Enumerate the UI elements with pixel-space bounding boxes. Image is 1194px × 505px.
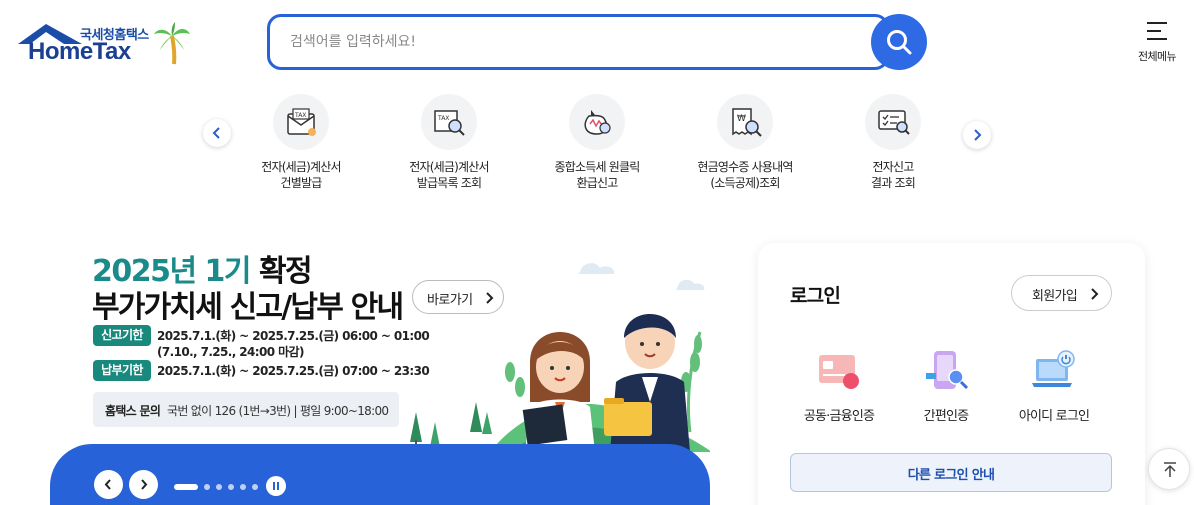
tax-invoice-search-icon: TAX xyxy=(421,94,477,150)
quick-service-item[interactable]: 전자신고 결과 조회 xyxy=(828,92,958,192)
chevron-right-icon xyxy=(141,479,148,490)
login-title: 로그인 xyxy=(790,285,841,307)
palm-tree-icon xyxy=(154,22,190,65)
payment-deadline-badge: 납부기한 xyxy=(93,360,151,381)
quick-service-label: 전자(세금)계산서 xyxy=(261,160,341,174)
quick-next-button[interactable] xyxy=(963,121,991,149)
filing-note: (7.10., 7.25., 24:00 마감) xyxy=(157,345,304,359)
svg-text:TAX: TAX xyxy=(294,112,306,119)
slide-indicator-active[interactable] xyxy=(174,484,198,490)
signup-label: 회원가입 xyxy=(1032,289,1078,304)
other-login-guide-button[interactable]: 다른 로그인 안내 xyxy=(790,453,1112,492)
slide-indicator[interactable] xyxy=(228,484,234,490)
banner-pause-button[interactable] xyxy=(266,476,286,496)
refund-money-bag-icon xyxy=(569,94,625,150)
pause-icon xyxy=(277,482,279,490)
quick-service-label: 종합소득세 원클릭 xyxy=(554,160,641,174)
id-login-laptop-icon xyxy=(1032,350,1075,387)
logo-brand-text: HomeTax xyxy=(28,38,131,65)
slide-indicator[interactable] xyxy=(216,484,222,490)
quick-service-item[interactable]: ₩ 현금영수증 사용내역 (소득공제)조회 xyxy=(680,92,810,192)
slide-indicator[interactable] xyxy=(252,484,258,490)
banner-title-line2: 부가가치세 신고/납부 안내 xyxy=(92,290,404,325)
quick-service-label: 전자신고 xyxy=(872,160,915,174)
quick-service-item[interactable]: TAX 전자(세금)계산서 발급목록 조회 xyxy=(384,92,514,192)
inquiry-label: 홈택스 문의 xyxy=(105,404,161,418)
quick-service-item[interactable]: TAX 전자(세금)계산서 건별발급 xyxy=(236,92,366,192)
search-button[interactable] xyxy=(871,14,927,70)
banner-controls xyxy=(50,444,710,505)
main-banner: 2025년 1기 확정 부가가치세 신고/납부 안내 바로가기 신고기한 202… xyxy=(50,238,710,505)
filing-deadline-badge: 신고기한 xyxy=(93,325,151,346)
banner-prev-button[interactable] xyxy=(94,470,123,499)
certificate-login-option[interactable]: 공동·금융인증 xyxy=(784,343,894,424)
certificate-card-icon xyxy=(819,355,859,389)
quick-service-label: (소득공제)조회 xyxy=(710,176,780,190)
simple-auth-option[interactable]: 간편인증 xyxy=(891,343,1001,424)
e-filing-result-icon xyxy=(865,94,921,150)
quick-service-label: 환급신고 xyxy=(576,176,619,190)
tax-invoice-envelope-icon: TAX xyxy=(273,94,329,150)
id-login-option[interactable]: 아이디 로그인 xyxy=(999,343,1109,424)
search-icon xyxy=(887,30,912,55)
chevron-left-icon xyxy=(212,127,220,139)
quick-service-label: 전자(세금)계산서 xyxy=(409,160,489,174)
svg-text:₩: ₩ xyxy=(737,114,746,124)
full-menu-label: 전체메뉴 xyxy=(1137,50,1177,63)
svg-text:TAX: TAX xyxy=(437,115,449,122)
id-login-label: 아이디 로그인 xyxy=(1018,409,1090,424)
quick-service-label: 발급목록 조회 xyxy=(416,176,482,190)
chevron-left-icon xyxy=(104,479,111,490)
search-box xyxy=(267,14,889,70)
simple-auth-phone-icon xyxy=(926,351,969,390)
slide-indicator[interactable] xyxy=(240,484,246,490)
banner-next-button[interactable] xyxy=(129,470,158,499)
search-input[interactable] xyxy=(290,29,850,55)
hometax-logo[interactable]: 국세청홈택스 HomeTax xyxy=(16,20,192,66)
quick-service-item[interactable]: 종합소득세 원클릭 환급신고 xyxy=(532,92,662,192)
inquiry-box: 홈택스 문의 국번 없이 126 (1번→3번) | 평일 9:00~18:00 xyxy=(93,392,399,427)
filing-period: 2025.7.1.(화) ~ 2025.7.25.(금) 06:00 ~ 01:… xyxy=(157,329,430,343)
inquiry-value: 국번 없이 126 (1번→3번) | 평일 9:00~18:00 xyxy=(167,404,389,418)
login-panel: 로그인 회원가입 공동·금융인증 간편인증 아이디 로그인 다른 로그인 안내 xyxy=(758,243,1145,505)
signup-button[interactable]: 회원가입 xyxy=(1011,275,1112,311)
quick-prev-button[interactable] xyxy=(203,119,231,147)
hamburger-icon xyxy=(1147,22,1167,46)
other-login-label: 다른 로그인 안내 xyxy=(907,468,995,483)
quick-service-label: 결과 조회 xyxy=(871,176,916,190)
chevron-right-icon xyxy=(1091,288,1099,300)
arrow-up-icon xyxy=(1164,462,1176,477)
banner-illustration xyxy=(410,263,710,452)
quick-service-label: 현금영수증 사용내역 xyxy=(697,160,793,174)
chevron-right-icon xyxy=(974,129,982,141)
slide-indicator[interactable] xyxy=(204,484,210,490)
scroll-top-button[interactable] xyxy=(1148,448,1190,490)
cash-receipt-search-icon: ₩ xyxy=(717,94,773,150)
payment-period: 2025.7.1.(화) ~ 2025.7.25.(금) 07:00 ~ 23:… xyxy=(157,364,430,378)
certificate-login-label: 공동·금융인증 xyxy=(803,409,875,424)
simple-auth-label: 간편인증 xyxy=(923,409,969,424)
full-menu-button[interactable]: 전체메뉴 xyxy=(1128,20,1186,66)
quick-service-label: 건별발급 xyxy=(280,176,323,190)
pause-icon xyxy=(273,482,275,490)
